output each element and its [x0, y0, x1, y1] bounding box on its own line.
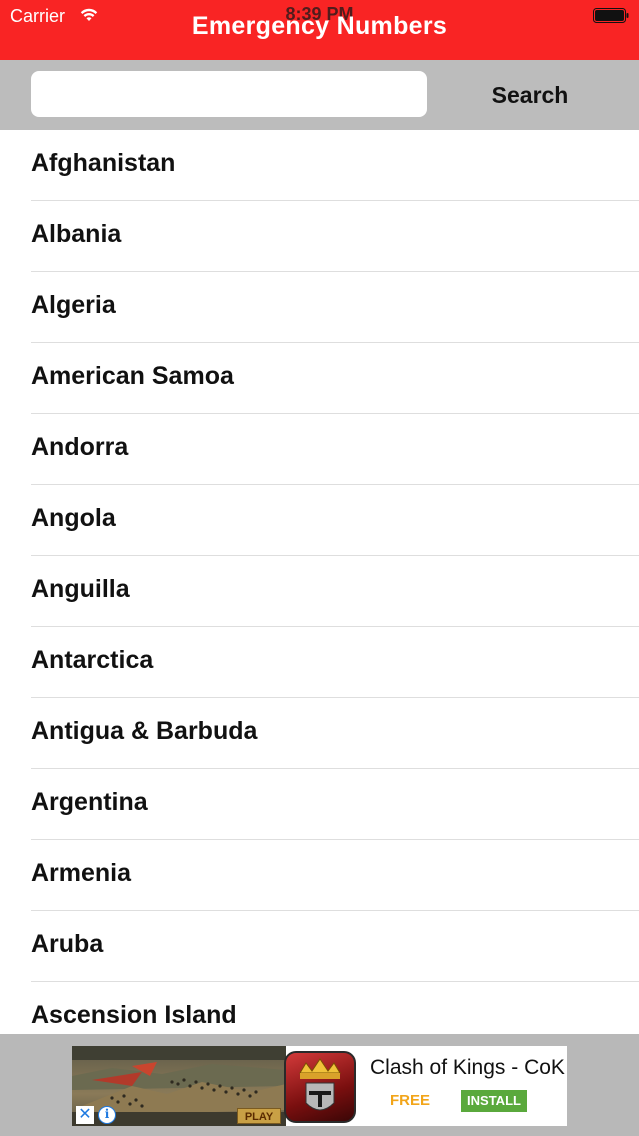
country-list-item[interactable]: Anguilla [0, 556, 639, 627]
country-list-item[interactable]: Afghanistan [0, 130, 639, 201]
ad-close-icon[interactable]: ✕ [76, 1106, 94, 1124]
ad-app-icon [284, 1051, 356, 1123]
ad-install-button[interactable]: INSTALL [461, 1090, 527, 1112]
country-list-item[interactable]: Argentina [0, 769, 639, 840]
country-list[interactable]: Afghanistan Albania Algeria American Samoa A… [0, 130, 639, 1034]
country-list-item[interactable]: Ascension Island [0, 982, 639, 1034]
ad-price-label: FREE [390, 1092, 431, 1109]
country-list-item[interactable]: Aruba [0, 911, 639, 982]
country-list-item[interactable]: Andorra [0, 414, 639, 485]
country-list-item[interactable]: Angola [0, 485, 639, 556]
country-list-item[interactable]: Albania [0, 201, 639, 272]
ad-play-badge: PLAY [237, 1108, 281, 1124]
ad-title: Clash of Kings - CoK [370, 1056, 565, 1079]
ad-banner[interactable]: ✕ i PLAY Clash of Kings - CoK FREE INSTA… [72, 1046, 567, 1126]
search-input[interactable] [31, 71, 427, 117]
search-bar: Search [0, 60, 639, 130]
nav-bar: Carrier 8:39 PM Emergency Numbers [0, 0, 639, 60]
app-screen: Carrier 8:39 PM Emergency Numbers Search… [0, 0, 639, 1136]
country-list-item[interactable]: Algeria [0, 272, 639, 343]
search-button[interactable]: Search [440, 71, 620, 117]
ad-area: ✕ i PLAY Clash of Kings - CoK FREE INSTA… [0, 1034, 639, 1136]
page-title: Emergency Numbers [191, 12, 448, 40]
country-list-item[interactable]: American Samoa [0, 343, 639, 414]
ad-info-icon[interactable]: i [98, 1106, 116, 1124]
country-list-item[interactable]: Antigua & Barbuda [0, 698, 639, 769]
country-list-item[interactable]: Antarctica [0, 627, 639, 698]
ad-game-screenshot: ✕ i PLAY [72, 1046, 286, 1126]
country-list-item[interactable]: Armenia [0, 840, 639, 911]
